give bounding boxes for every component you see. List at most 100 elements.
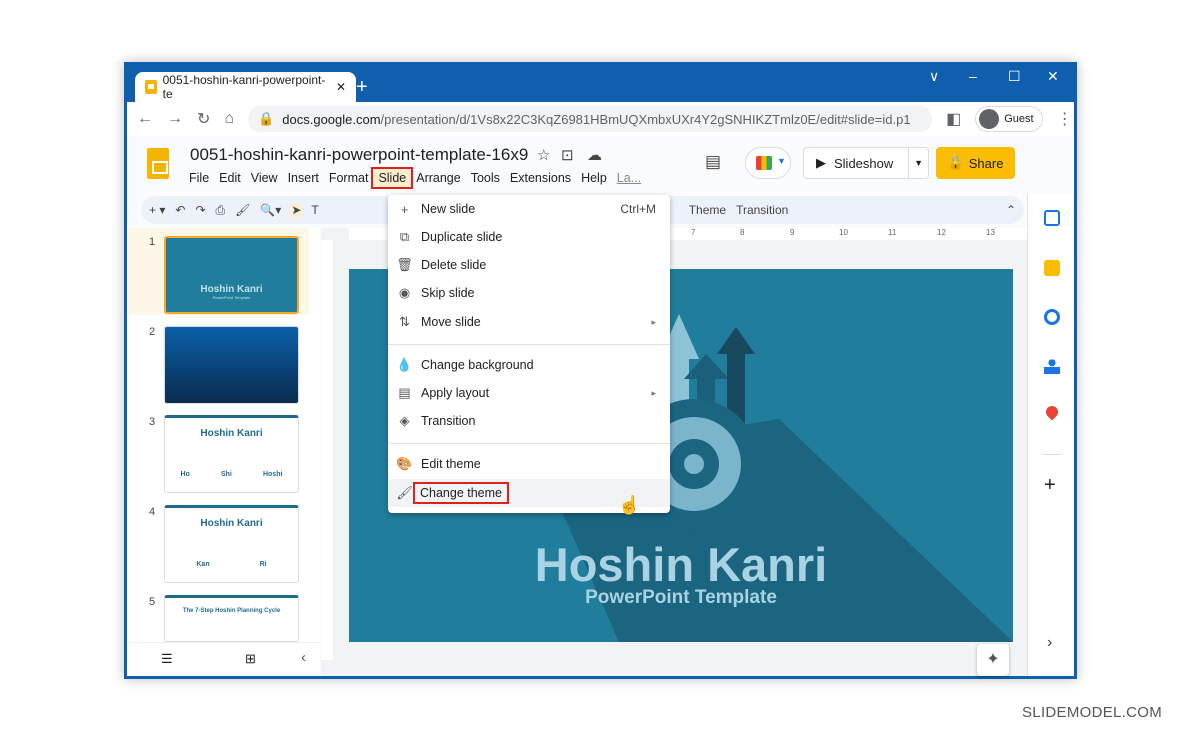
vertical-ruler[interactable] <box>321 240 333 660</box>
filmstrip: 1 Hoshin Kanri PowerPoint Template 2 3 Ho… <box>127 228 320 676</box>
url-host: docs.google.com <box>282 111 381 127</box>
slide-thumb-4[interactable]: Hoshin Kanri Kan Ri <box>164 505 299 583</box>
menu-last-edit[interactable]: La... <box>612 169 646 187</box>
keep-icon[interactable] <box>1044 260 1060 276</box>
maps-icon[interactable] <box>1043 403 1061 421</box>
move-folder-icon[interactable]: ⊡ <box>561 146 574 164</box>
menu-file[interactable]: File <box>184 169 214 187</box>
slide-thumb-3[interactable]: Hoshin Kanri Ho Shi Hoshi <box>164 415 299 493</box>
select-icon[interactable]: ➤ <box>291 203 302 217</box>
menu-help[interactable]: Help <box>576 169 612 187</box>
submenu-arrow-icon: ▸ <box>651 316 656 327</box>
sidepanel-icon[interactable]: ◧ <box>946 109 961 129</box>
transition-button[interactable]: Transition <box>736 203 788 217</box>
slide-number: 4 <box>149 506 156 518</box>
menu-item-label: Skip slide <box>421 286 475 300</box>
redo-icon[interactable]: ↷ <box>195 203 205 217</box>
reload-icon[interactable]: ↻ <box>197 109 210 129</box>
menu-item-skip-slide[interactable]: ◉ Skip slide <box>388 279 670 307</box>
kebab-menu-icon[interactable]: ⋮ <box>1057 109 1073 129</box>
menu-slide[interactable]: Slide <box>371 167 414 189</box>
tab-search-icon[interactable]: ∨ <box>929 68 939 85</box>
slides-logo-icon[interactable] <box>147 148 169 179</box>
plus-icon: + <box>400 201 409 217</box>
textbox-icon[interactable]: T <box>311 203 318 217</box>
watermark: SLIDEMODEL.COM <box>1022 704 1163 721</box>
new-slide-icon[interactable]: + ▾ <box>149 203 165 217</box>
shortcut: Ctrl+M <box>620 202 656 216</box>
meet-button[interactable]: ▼ <box>745 147 791 179</box>
thumb-title: Hoshin Kanri <box>200 518 263 529</box>
background-icon: 💧 <box>396 357 413 372</box>
thumb-title: Hoshin Kanri <box>200 284 263 295</box>
menu-item-duplicate-slide[interactable]: ⧉ Duplicate slide <box>388 223 670 251</box>
comments-icon[interactable]: ▤ <box>705 152 721 172</box>
slides-icon <box>145 80 157 94</box>
maximize-button[interactable]: ☐ <box>1008 68 1021 85</box>
back-icon[interactable]: ← <box>137 110 153 128</box>
menu-insert[interactable]: Insert <box>283 169 324 187</box>
menu-format[interactable]: Format <box>324 169 374 187</box>
undo-icon[interactable]: ↶ <box>175 203 185 217</box>
tasks-icon[interactable] <box>1044 309 1060 325</box>
menu-item-change-background[interactable]: 💧 Change background <box>388 351 670 379</box>
menu-edit[interactable]: Edit <box>214 169 246 187</box>
address-bar[interactable]: 🔒 docs.google.com/presentation/d/1Vs8x22C… <box>248 106 933 132</box>
menu-view[interactable]: View <box>246 169 283 187</box>
chevron-down-icon: ▼ <box>777 156 786 166</box>
slideshow-button[interactable]: ▶ Slideshow ▼ <box>803 147 929 179</box>
minimize-button[interactable]: – <box>969 68 977 84</box>
ruler-tick: 9 <box>790 228 795 237</box>
menu-tools[interactable]: Tools <box>466 169 505 187</box>
share-button[interactable]: 🔒 Share <box>936 147 1015 179</box>
add-addon-icon[interactable]: + <box>1044 474 1056 497</box>
menu-item-new-slide[interactable]: + New slide Ctrl+M <box>388 195 670 223</box>
profile-label: Guest <box>1004 113 1034 125</box>
close-button[interactable]: ✕ <box>1047 68 1059 85</box>
menu-extensions[interactable]: Extensions <box>505 169 576 187</box>
new-tab-button[interactable]: + <box>356 76 368 99</box>
expand-panel-icon[interactable]: › <box>1047 634 1052 652</box>
menu-item-edit-theme[interactable]: 🎨 Edit theme <box>388 450 670 478</box>
forward-icon[interactable]: → <box>167 110 183 128</box>
slideshow-label: Slideshow <box>834 155 894 171</box>
menu-arrange[interactable]: Arrange <box>411 169 465 187</box>
ruler-tick: 12 <box>937 228 946 237</box>
collapse-panel-icon[interactable]: ‹ <box>301 649 306 666</box>
avatar <box>979 109 1000 129</box>
calendar-icon[interactable] <box>1044 210 1060 226</box>
doc-title[interactable]: 0051-hoshin-kanri-powerpoint-template-16… <box>190 145 528 165</box>
print-icon[interactable]: ⎙ <box>216 203 226 218</box>
collapse-toolbar-icon[interactable]: ⌃ <box>1006 203 1016 217</box>
cloud-status-icon[interactable]: ☁ <box>587 146 602 164</box>
hand-cursor-icon: ☝ <box>618 495 641 515</box>
contacts-icon[interactable] <box>1044 358 1060 374</box>
menu-item-label: Transition <box>421 414 476 428</box>
menu-item-apply-layout[interactable]: ▤ Apply layout ▸ <box>388 379 670 407</box>
slide-thumb-1[interactable]: Hoshin Kanri PowerPoint Template <box>164 236 299 314</box>
grid-view-icon[interactable]: ⊞ <box>245 651 256 667</box>
slide-thumb-2[interactable] <box>164 326 299 404</box>
ruler-tick: 10 <box>839 228 848 237</box>
list-view-icon[interactable]: ☰ <box>161 651 173 667</box>
browser-tab[interactable]: 0051-hoshin-kanri-powerpoint-te ✕ <box>135 72 356 102</box>
star-icon[interactable]: ☆ <box>537 146 550 164</box>
slide-subtitle: PowerPoint Template <box>585 587 777 608</box>
slide-thumb-5[interactable]: The 7-Step Hoshin Planning Cycle <box>164 595 299 642</box>
slide-number: 3 <box>149 416 156 428</box>
zoom-icon[interactable]: 🔍▾ <box>260 203 281 217</box>
menu-item-label: Move slide <box>421 315 481 329</box>
close-tab-icon[interactable]: ✕ <box>336 80 346 94</box>
menu-item-delete-slide[interactable]: 🗑 Delete slide <box>388 251 670 279</box>
thumb-subtitle: PowerPoint Template <box>212 295 251 300</box>
explore-icon[interactable]: ✦ <box>977 644 1009 676</box>
home-icon[interactable]: ⌂ <box>224 110 234 128</box>
tab-title: 0051-hoshin-kanri-powerpoint-te <box>162 73 326 101</box>
profile-button[interactable]: Guest <box>975 106 1043 132</box>
menu-item-transition[interactable]: ◈ Transition <box>388 407 670 435</box>
paint-format-icon[interactable]: 🖌 <box>235 203 250 217</box>
address-row: ← → ↻ ⌂ 🔒 docs.google.com/presentation/d/1Vs… <box>127 102 1074 136</box>
slideshow-dropdown-icon[interactable]: ▼ <box>908 148 928 178</box>
theme-button[interactable]: Theme <box>689 203 726 217</box>
menu-item-move-slide[interactable]: ⇅ Move slide ▸ <box>388 308 670 336</box>
